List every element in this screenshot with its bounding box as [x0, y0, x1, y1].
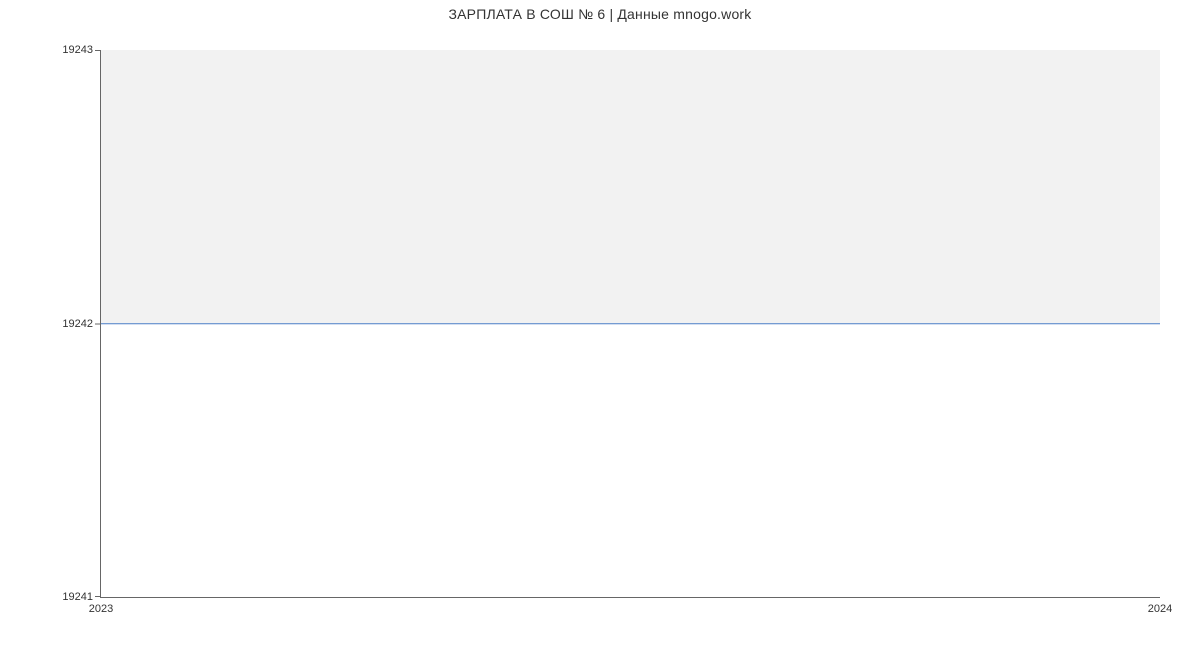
chart-title: ЗАРПЛАТА В СОШ № 6 | Данные mnogo.work — [0, 6, 1200, 22]
y-tick — [95, 596, 101, 597]
series-area-fill — [101, 50, 1160, 324]
y-tick — [95, 323, 101, 324]
x-tick-label: 2023 — [89, 603, 113, 615]
series-line — [101, 323, 1160, 324]
y-tick-label: 19241 — [62, 591, 93, 603]
plot-area: 19243 19242 19241 2023 2024 — [100, 50, 1160, 598]
x-tick-label: 2024 — [1148, 603, 1172, 615]
chart-container: ЗАРПЛАТА В СОШ № 6 | Данные mnogo.work 1… — [0, 0, 1200, 650]
y-tick — [95, 50, 101, 51]
y-tick-label: 19242 — [62, 318, 93, 330]
y-tick-label: 19243 — [62, 44, 93, 56]
